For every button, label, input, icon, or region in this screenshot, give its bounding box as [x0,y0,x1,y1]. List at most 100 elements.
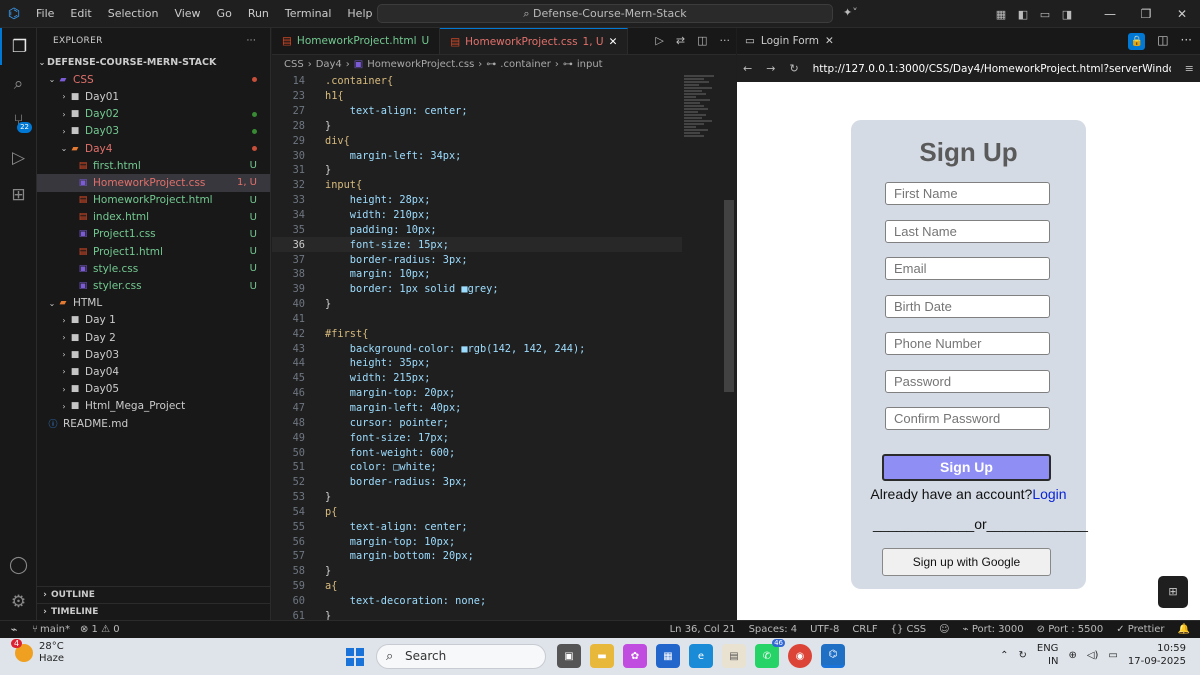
battery-icon[interactable]: ▭ [1108,650,1117,661]
confirm-password-field[interactable]: Confirm Password [885,407,1050,430]
workspace-root[interactable]: ⌄ DEFENSE-COURSE-MERN-STACK [37,54,270,71]
google-signup-button[interactable]: Sign up with Google [882,548,1051,576]
language-mode[interactable]: {} CSS [891,624,927,635]
tab-homework-html[interactable]: ▤ HomeworkProject.html U [272,28,441,54]
branch-status[interactable]: main* [40,624,70,635]
split-editor-icon[interactable]: ◫ [1157,33,1168,50]
tray-overflow-icon[interactable]: ⌃ [1000,650,1008,661]
split-editor-icon[interactable]: ◫ [697,34,707,47]
outline-section[interactable]: › OUTLINE [37,586,271,603]
file-explorer-icon[interactable]: ▬ [590,644,614,668]
restore-icon[interactable]: ❐ [1128,7,1164,21]
live-server-status[interactable]: ⊘ Port : 5500 [1037,624,1104,635]
tab-homework-css[interactable]: ▤ HomeworkProject.css 1, U ✕ [440,28,629,54]
encoding-status[interactable]: UTF-8 [810,624,839,635]
menu-selection[interactable]: Selection [100,7,167,20]
volume-icon[interactable]: ◁) [1087,650,1099,661]
close-tab-icon[interactable]: ✕ [825,35,834,47]
password-field[interactable]: Password [885,369,1050,393]
more-actions-icon[interactable]: ··· [720,34,731,47]
edge-browser-icon[interactable]: e [689,644,713,668]
breadcrumb-item[interactable]: input [577,59,603,70]
tree-item[interactable]: › ■ Day 2 [37,329,270,346]
prettier-status[interactable]: ✓ Prettier [1116,624,1164,635]
breadcrumb-item[interactable]: Day4 [316,59,342,70]
menu-run[interactable]: Run [240,7,277,20]
notifications-icon[interactable]: 🔔 [1178,624,1190,635]
tree-item[interactable]: › ■ Day05 [37,381,270,398]
code-editor[interactable]: 14 .container{23 h1{27 text-align: center;… [272,74,682,620]
breadcrumb-item[interactable]: CSS [284,59,304,70]
task-view-icon[interactable]: ▣ [557,644,581,668]
menu-view[interactable]: View [166,7,208,20]
tree-item[interactable]: › ■ Day03 [37,123,270,140]
refresh-icon[interactable]: ↻ [789,62,798,75]
tree-item[interactable]: ⌄ ▰ HTML [37,295,270,312]
weather-widget[interactable]: 4 28°C Haze [11,639,64,665]
toggle-secondary-sidebar-icon[interactable]: ◨ [1056,8,1078,21]
tree-item[interactable]: › ■ Html_Mega_Project [37,398,270,415]
minimize-icon[interactable]: — [1092,7,1128,21]
tree-item[interactable]: › ■ Day03 [37,346,270,363]
indentation-status[interactable]: Spaces: 4 [749,624,798,635]
breadcrumb-item[interactable]: HomeworkProject.css [367,59,474,70]
account-icon[interactable]: ◯ [0,546,37,583]
customize-layout-icon[interactable]: ▦ [990,8,1012,21]
editor-scrollbar[interactable] [724,200,734,392]
cursor-position[interactable]: Ln 36, Col 21 [670,624,736,635]
copilot-app-icon[interactable]: ✿ [623,644,647,668]
tree-item[interactable]: ▣ HomeworkProject.css 1, U [37,174,270,192]
lock-icon[interactable]: 🔒 [1128,33,1146,50]
last-name-field[interactable]: Last Name [885,219,1050,243]
toolbar-toggle-icon[interactable]: ⊞ [1158,576,1188,608]
notepad-icon[interactable]: ▤ [722,644,746,668]
extensions-icon[interactable]: ⊞ [0,176,37,213]
tree-item[interactable]: ▤ HomeworkProject.html U [37,192,270,209]
email-field[interactable]: Email [885,257,1050,280]
menu-icon[interactable]: ≡ [1185,62,1194,75]
address-bar[interactable]: http://127.0.0.1:3000/CSS/Day4/HomeworkP… [813,63,1171,75]
copilot-icon[interactable]: ✦˅ [843,6,858,19]
tree-item[interactable]: ▤ Project1.html U [37,243,270,260]
windows-start-icon[interactable] [346,648,364,666]
timeline-section[interactable]: › TIMELINE [37,603,271,620]
close-icon[interactable]: ✕ [1164,7,1200,21]
tree-item[interactable]: › ■ Day04 [37,363,270,380]
settings-gear-icon[interactable]: ⚙ [0,583,37,620]
close-tab-icon[interactable]: ✕ [609,36,618,48]
tree-item[interactable]: ▣ style.css U [37,260,270,277]
minimap[interactable] [684,74,734,164]
tree-item[interactable]: ⌄ ▰ Day4 [37,140,270,157]
forward-arrow-icon[interactable]: → [766,62,775,75]
menu-terminal[interactable]: Terminal [277,7,340,20]
first-name-field[interactable]: First Name [885,182,1050,205]
explorer-icon[interactable]: ❐ [0,28,37,65]
back-arrow-icon[interactable]: ← [743,62,752,75]
sync-icon[interactable]: ↻ [1018,650,1026,661]
run-debug-icon[interactable]: ▷ [0,139,37,176]
port-status[interactable]: ⌁ Port: 3000 [963,624,1024,635]
tree-item[interactable]: › ■ Day01 [37,88,270,105]
breadcrumb-item[interactable]: .container [500,59,551,70]
network-icon[interactable]: ⊕ [1068,650,1076,661]
menu-edit[interactable]: Edit [62,7,99,20]
source-control-icon[interactable]: ⑂ 22 [0,102,37,139]
toggle-panel-icon[interactable]: ▭ [1034,8,1056,21]
remote-icon[interactable]: ⌁ [0,621,28,639]
run-icon[interactable]: ▷ [655,34,663,47]
copilot-status-icon[interactable]: ☺ [939,624,949,635]
toggle-sidebar-icon[interactable]: ◧ [1012,8,1034,21]
chrome-icon[interactable]: ◉ [788,644,812,668]
phone-number-field[interactable]: Phone Number [885,332,1050,355]
birth-date-field[interactable]: Birth Date [885,294,1050,318]
tree-item[interactable]: ▣ styler.css U [37,277,270,294]
problems-status[interactable]: ⊗ 1 ⚠ 0 [80,624,120,635]
language-indicator[interactable]: ENG IN [1037,642,1059,668]
tree-item[interactable]: ⓘ README.md [37,415,270,432]
tree-item[interactable]: ▣ Project1.css U [37,226,270,243]
command-center[interactable]: ⌕ Defense-Course-Mern-Stack [377,4,833,23]
menu-file[interactable]: File [28,7,62,20]
tree-item[interactable]: ▤ index.html U [37,209,270,226]
store-icon[interactable]: ▦ [656,644,680,668]
tree-item[interactable]: ▤ first.html U [37,157,270,174]
